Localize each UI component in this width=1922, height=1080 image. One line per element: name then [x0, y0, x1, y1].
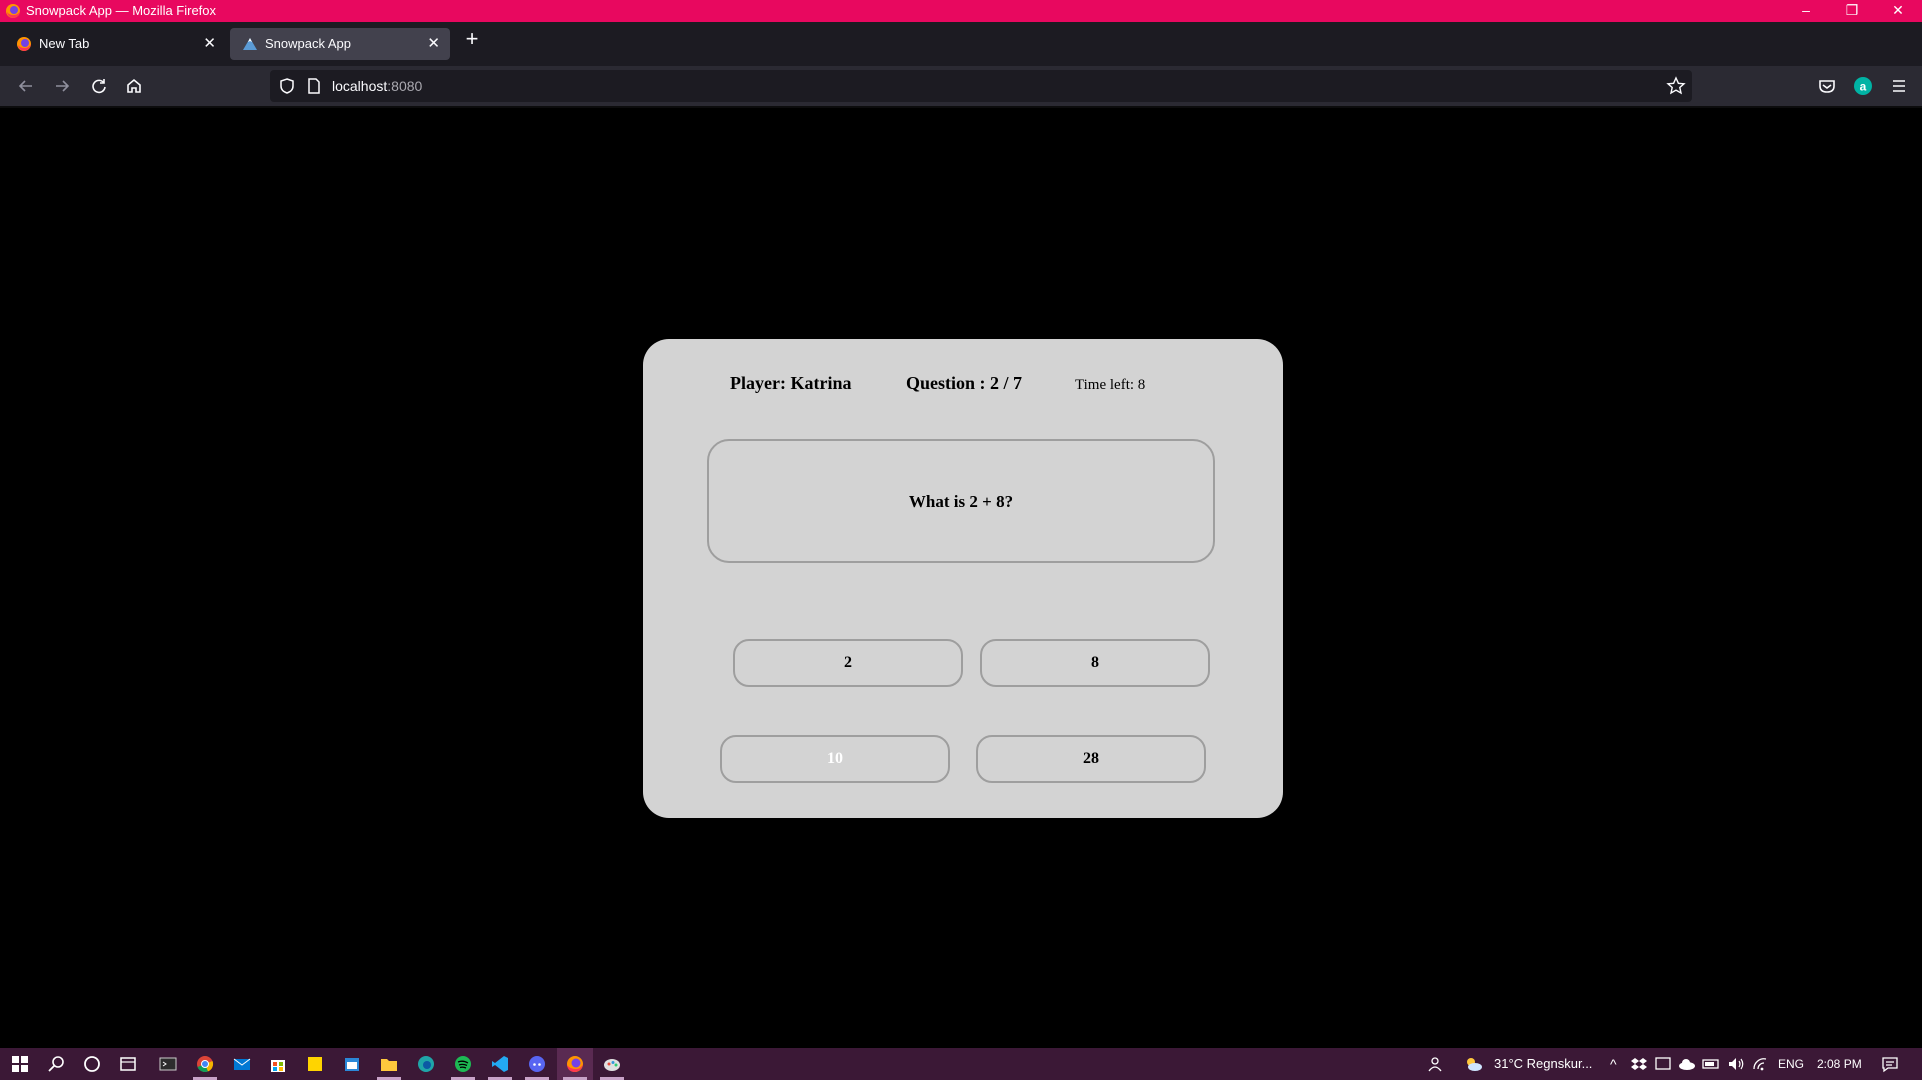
- cortana-icon[interactable]: [81, 1053, 103, 1075]
- answer-button-1[interactable]: 2: [733, 639, 963, 687]
- store-icon[interactable]: [267, 1053, 289, 1075]
- spotify-icon[interactable]: [452, 1053, 474, 1075]
- tab-label: New Tab: [39, 36, 90, 51]
- svg-text:a: a: [1860, 80, 1867, 94]
- snowpack-mountain-icon: [243, 38, 257, 50]
- weather-text[interactable]: 31°C Regnskur...: [1494, 1056, 1592, 1072]
- minimize-button[interactable]: –: [1783, 0, 1829, 22]
- page-info-icon[interactable]: [306, 77, 322, 95]
- bookmark-star-icon[interactable]: [1666, 76, 1686, 96]
- tab-close-icon[interactable]: ✕: [203, 34, 216, 54]
- paint-icon[interactable]: [601, 1053, 623, 1075]
- wifi-icon[interactable]: [1750, 1053, 1772, 1075]
- tab-label: Snowpack App: [265, 36, 352, 51]
- menu-hamburger-icon[interactable]: [1885, 72, 1913, 100]
- windows-start-icon[interactable]: [9, 1053, 31, 1075]
- window-title: Snowpack App — Mozilla Firefox: [26, 3, 217, 18]
- time-left: Time left: 8: [1075, 377, 1146, 393]
- tab-snowpack-app[interactable]: Snowpack App ✕: [230, 28, 450, 60]
- clock[interactable]: 2:08 PM: [1817, 1056, 1862, 1072]
- dropbox-icon[interactable]: [1628, 1053, 1650, 1075]
- edge-icon[interactable]: [415, 1053, 437, 1075]
- tab-new-tab[interactable]: New Tab ✕: [4, 28, 226, 60]
- window-close-button[interactable]: ✕: [1875, 0, 1921, 22]
- toolbar-divider: [0, 106, 1922, 108]
- vscode-icon[interactable]: [489, 1053, 511, 1075]
- question-text: What is 2 + 8?: [908, 492, 1014, 511]
- search-icon[interactable]: [46, 1053, 68, 1075]
- account-avatar-icon[interactable]: a: [1849, 72, 1877, 100]
- firefox-logo-icon: [6, 4, 20, 18]
- reload-icon[interactable]: [85, 72, 113, 100]
- url-bar[interactable]: localhost:8080: [270, 70, 1692, 102]
- pocket-icon[interactable]: [1813, 72, 1841, 100]
- firefox-icon: [17, 37, 31, 51]
- player-name: Player: Katrina: [730, 373, 852, 393]
- notifications-icon[interactable]: [1879, 1053, 1901, 1075]
- quiz-card: Player: Katrina Question : 2 / 7 Time le…: [643, 339, 1283, 818]
- restore-button[interactable]: ❐: [1829, 0, 1875, 22]
- answer-button-4[interactable]: 28: [976, 735, 1206, 783]
- volume-icon[interactable]: [1725, 1053, 1747, 1075]
- language-indicator[interactable]: ENG: [1778, 1056, 1804, 1072]
- chrome-icon[interactable]: [194, 1053, 216, 1075]
- new-tab-button[interactable]: +: [460, 28, 484, 52]
- window-titlebar: Snowpack App — Mozilla Firefox – ❐ ✕: [0, 0, 1922, 22]
- shield-icon[interactable]: [278, 77, 296, 95]
- onedrive-cloud-icon[interactable]: [1676, 1053, 1698, 1075]
- calendar-icon[interactable]: [341, 1053, 363, 1075]
- forward-arrow-icon[interactable]: [48, 72, 76, 100]
- tab-strip: New Tab ✕ Snowpack App ✕: [0, 22, 1922, 66]
- answer-button-2[interactable]: 8: [980, 639, 1210, 687]
- file-explorer-icon[interactable]: [378, 1053, 400, 1075]
- answer-button-3[interactable]: 10: [720, 735, 950, 783]
- chevron-up-icon[interactable]: ^: [1610, 1056, 1617, 1072]
- battery-icon[interactable]: [1700, 1053, 1722, 1075]
- question-box: What is 2 + 8?: [707, 439, 1215, 563]
- display-icon[interactable]: [1652, 1053, 1674, 1075]
- sticky-notes-icon[interactable]: [304, 1053, 326, 1075]
- people-icon[interactable]: [1425, 1053, 1447, 1075]
- mail-icon[interactable]: [231, 1053, 253, 1075]
- navigation-toolbar: localhost:8080 a: [0, 66, 1922, 106]
- discord-icon[interactable]: [526, 1053, 548, 1075]
- question-counter: Question : 2 / 7: [906, 373, 1023, 393]
- url-text[interactable]: localhost:8080: [332, 78, 422, 94]
- firefox-taskbar-icon[interactable]: [564, 1053, 586, 1075]
- back-arrow-icon[interactable]: [12, 72, 40, 100]
- windows-taskbar: 31°C Regnskur... ^ ENG 2:08 PM: [0, 1048, 1922, 1080]
- weather-icon[interactable]: [1462, 1053, 1484, 1075]
- tab-close-icon[interactable]: ✕: [427, 34, 440, 54]
- terminal-icon[interactable]: [157, 1053, 179, 1075]
- home-icon[interactable]: [120, 72, 148, 100]
- task-view-icon[interactable]: [117, 1053, 139, 1075]
